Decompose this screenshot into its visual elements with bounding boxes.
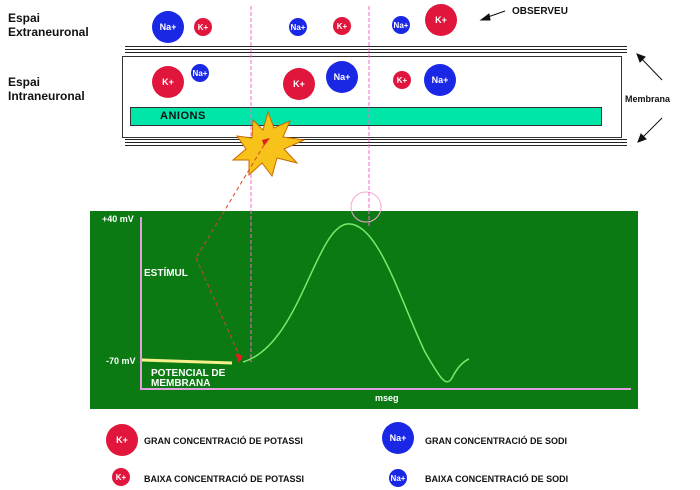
membrane-potential-label-line2: MEMBRANA (151, 378, 211, 389)
legend-sodium-low-label: BAIXA CONCENTRACIÓ DE SODI (425, 474, 569, 484)
legend-sodium-high-icon: Na+ (382, 422, 414, 454)
action-potential-curve (242, 223, 470, 383)
membrana-arrow-up (636, 53, 663, 81)
stimulus-line-1 (195, 144, 265, 259)
legend-potassium-high-icon: K+ (106, 424, 138, 456)
legend-sodium-low-icon: Na+ (389, 469, 407, 487)
legend-potassium-high-label: GRAN CONCENTRACIÓ DE POTASSI (144, 436, 303, 446)
diagram-overlay (140, 6, 663, 390)
stimulus-star (231, 110, 306, 178)
legend-potassium-low-label: BAIXA CONCENTRACIÓ DE POTASSI (144, 474, 305, 484)
legend-potassium-low-icon: K+ (112, 468, 130, 486)
peak-marker (350, 191, 382, 223)
stimulus-target-arrowhead (235, 353, 243, 363)
membrana-arrow-down (637, 117, 663, 143)
resting-potential-line (141, 358, 233, 365)
stimulus-line-2 (195, 257, 241, 358)
y-top-label: +40 mV (102, 214, 134, 224)
y-bottom-label: -70 mV (106, 356, 136, 366)
x-axis-label: mseg (375, 393, 399, 403)
estimul-label: ESTÍMUL (144, 268, 188, 279)
membrane-potential-label: POTENCIAL DE MEMBRANA (151, 369, 225, 389)
observeu-arrow (479, 10, 506, 21)
legend-sodium-high-label: GRAN CONCENTRACIÓ DE SODI (425, 436, 568, 446)
